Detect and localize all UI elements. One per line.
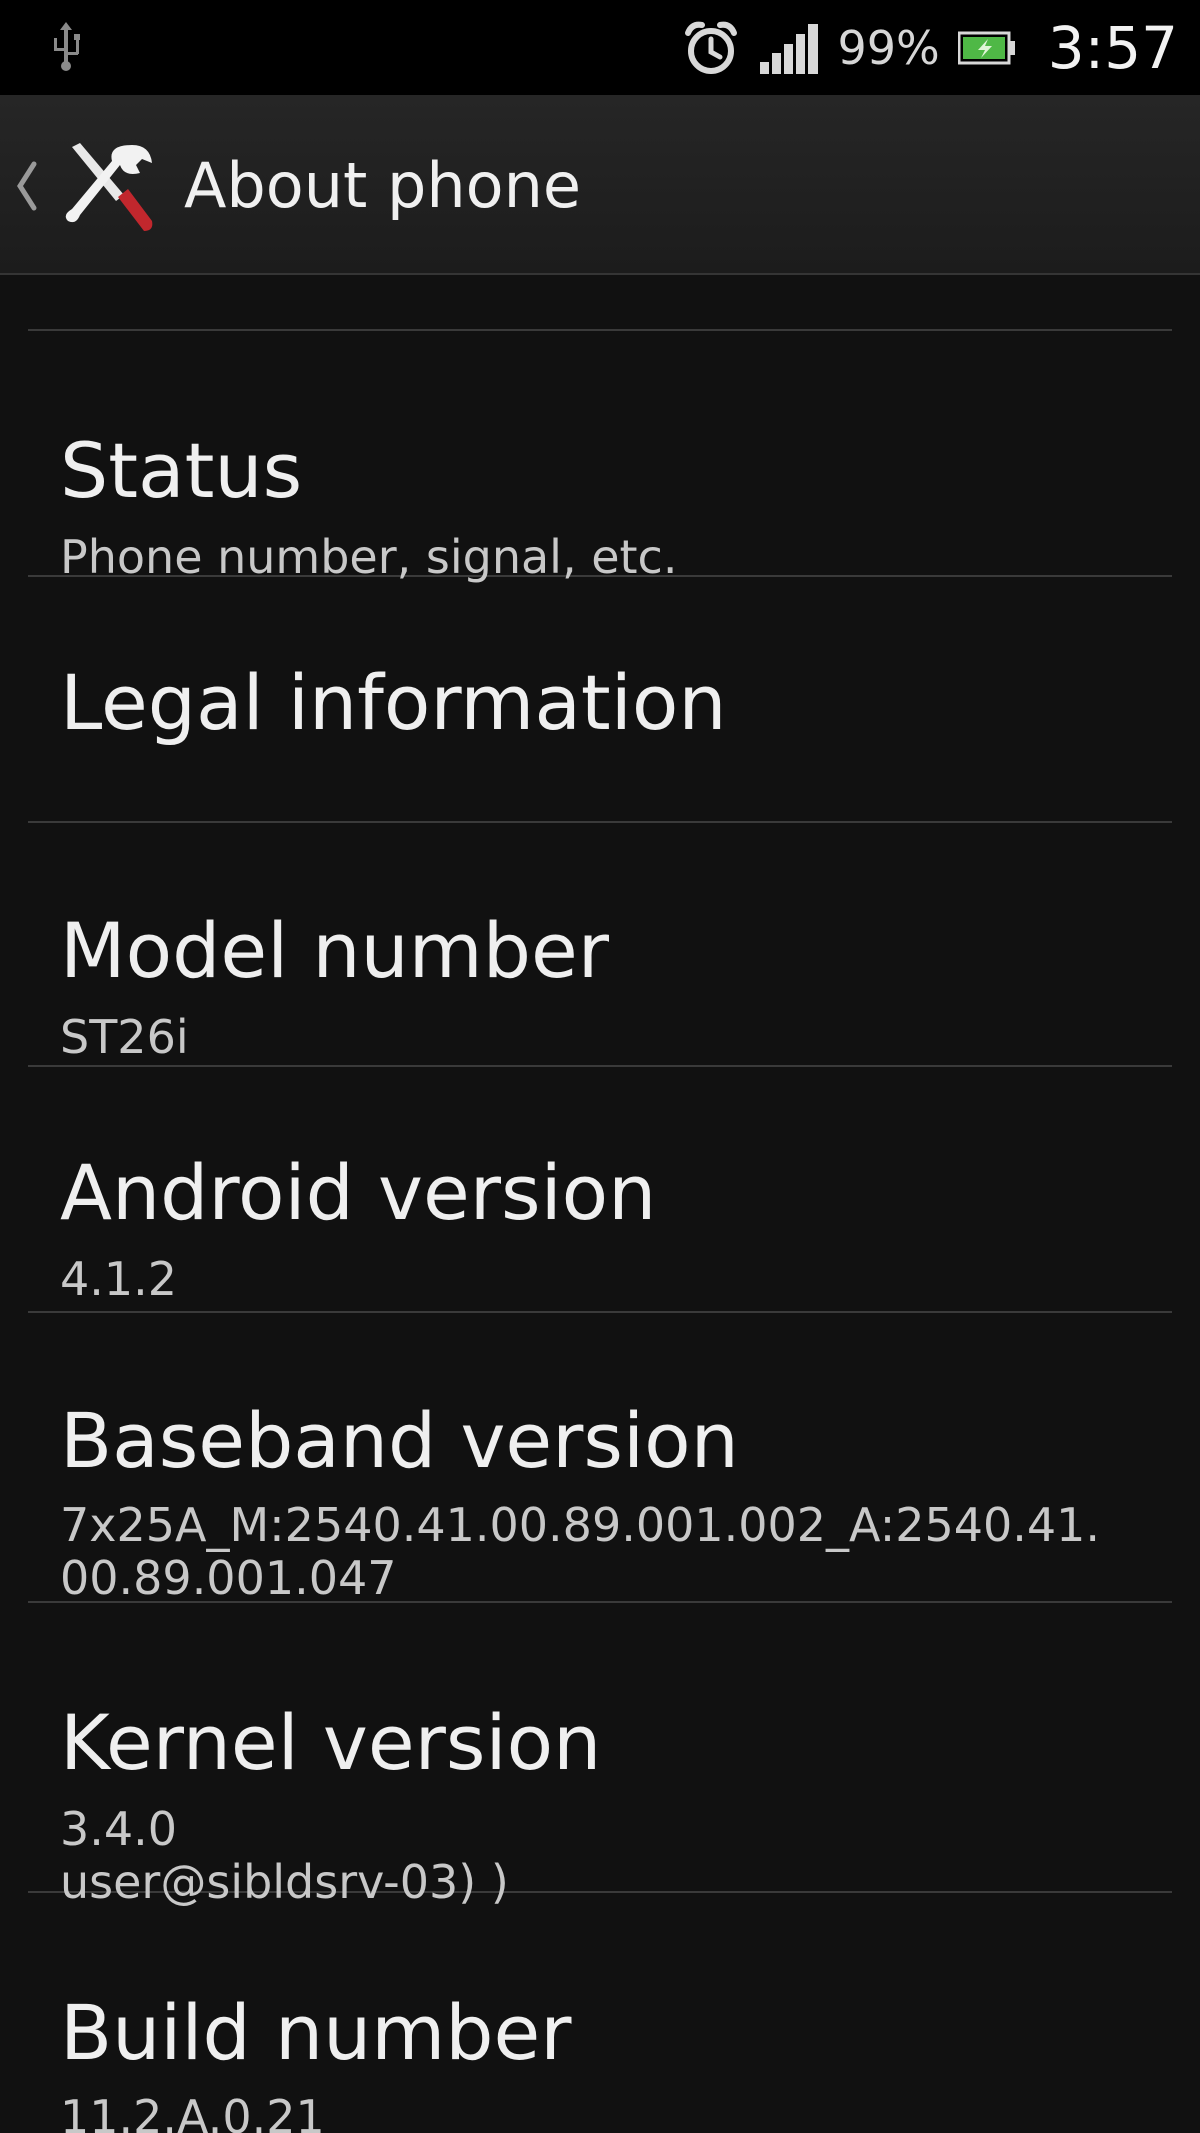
list-item-android-version[interactable]: Android version 4.1.2 [0,1067,1200,1311]
list-top-spacer [0,277,1200,329]
item-value: 4.1.2 [60,1252,178,1306]
item-value: ST26i [60,1010,189,1064]
status-icons: 99% 3:57 [682,0,1178,95]
list-item-model-number: Model number ST26i [0,823,1200,1065]
item-title: Model number [60,906,609,995]
item-title: Baseband version [60,1396,739,1485]
list-item-status[interactable]: Status Phone number, signal, etc. [0,331,1200,584]
battery-percent: 99% [837,20,940,75]
item-title: Kernel version [60,1698,602,1787]
item-value: 11.2.A.0.21 [60,2090,325,2133]
signal-icon [759,23,818,74]
list-item-build-number[interactable]: Build number 11.2.A.0.21 [0,1893,1200,2133]
clock-time: 3:57 [1047,13,1178,82]
item-value-line-2: 00.89.001.047 [60,1550,397,1605]
page-title: About phone [184,149,582,222]
tools-icon[interactable] [58,137,158,237]
about-phone-screen: 99% 3:57 About phone Status Phone number… [0,0,1200,2133]
alarm-icon [684,21,737,74]
item-value-line-1: 7x25A_M:2540.41.00.89.001.002_A:2540.41. [60,1498,1101,1552]
usb-icon [54,22,80,71]
list-item-kernel-version: Kernel version 3.4.0 user@sibldsrv-03) ) [0,1603,1200,1909]
item-title: Status [60,426,303,515]
item-title: Legal information [60,658,727,747]
back-icon[interactable] [14,158,40,214]
about-phone-list: Status Phone number, signal, etc. Legal … [0,277,1200,2133]
status-bar: 99% 3:57 [0,0,1200,95]
list-item-baseband-version: Baseband version 7x25A_M:2540.41.00.89.0… [0,1313,1200,1605]
item-title: Android version [60,1148,657,1237]
item-title: Build number [60,1988,572,2077]
item-value-line-1: 3.4.0 [60,1802,178,1856]
action-bar[interactable]: About phone [0,95,1200,275]
battery-icon [957,31,1015,64]
list-item-legal-information[interactable]: Legal information [0,577,1200,821]
item-subtitle: Phone number, signal, etc. [60,530,678,584]
